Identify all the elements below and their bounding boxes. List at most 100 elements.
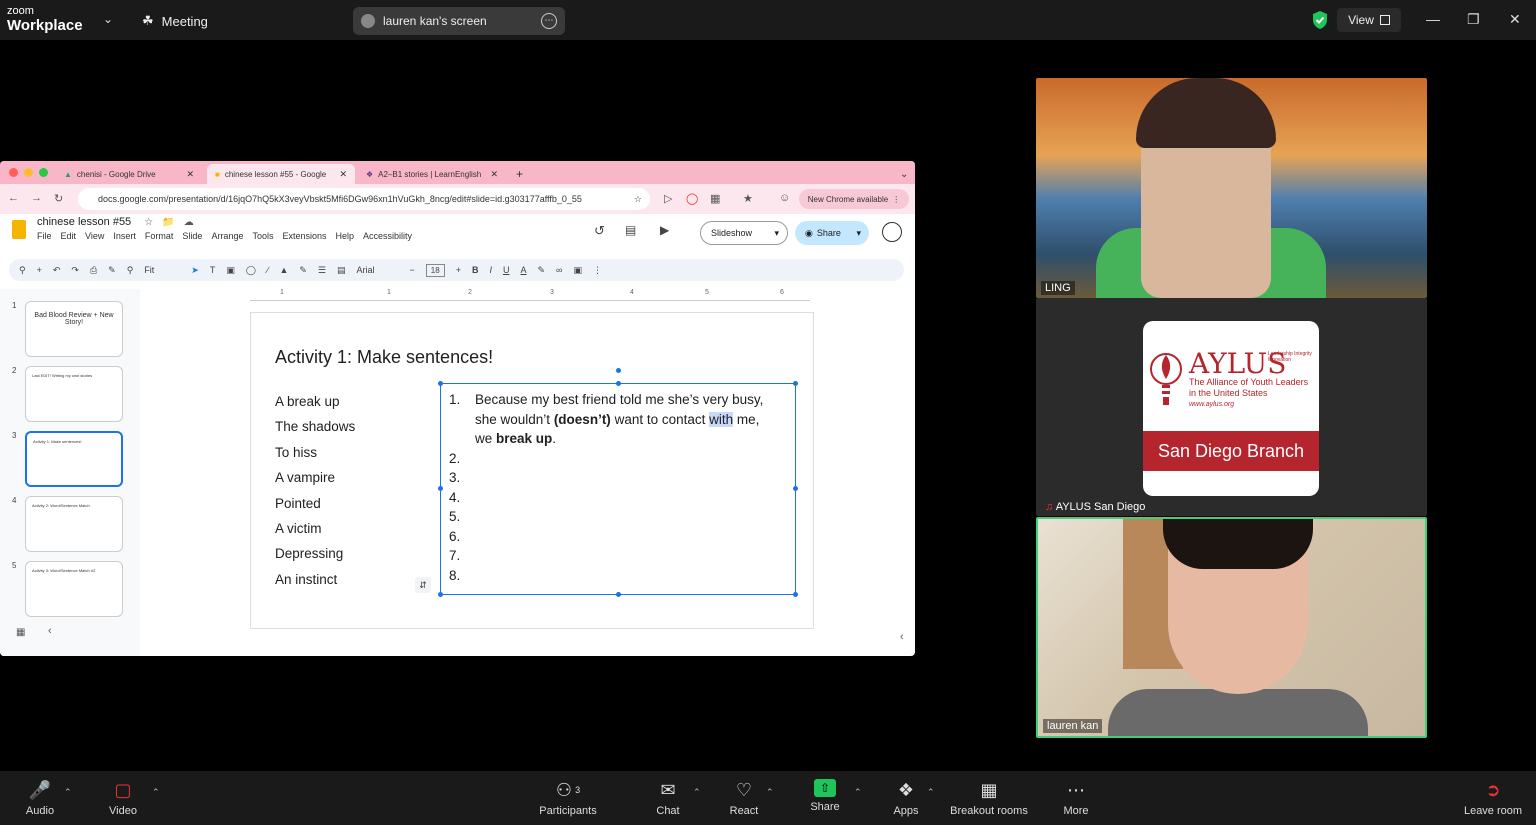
fill-color-icon[interactable]: ▲ xyxy=(279,265,288,275)
undo-icon[interactable]: ↶ xyxy=(53,265,61,276)
meet-icon[interactable]: ▶ xyxy=(660,223,669,237)
shape-icon[interactable]: ◯ xyxy=(246,265,256,276)
bookmark-star-icon[interactable]: ☆ xyxy=(634,194,642,205)
comment-icon[interactable]: ▤ xyxy=(625,223,636,237)
caret-up-icon[interactable]: ⌃ xyxy=(693,787,701,798)
line-icon[interactable]: ∕ xyxy=(267,265,269,275)
increase-font-icon[interactable]: + xyxy=(456,265,461,275)
image-icon[interactable]: ▣ xyxy=(226,265,235,276)
chevron-down-icon[interactable]: ⌄ xyxy=(103,12,113,26)
menu-format[interactable]: Format xyxy=(145,231,174,241)
sentence-text-box[interactable]: 1. Because my best friend told me she’s … xyxy=(438,368,798,597)
puzzle-icon[interactable]: ▦ xyxy=(710,192,720,205)
zoom-dot-icon[interactable] xyxy=(39,168,48,177)
resize-handle[interactable] xyxy=(438,381,443,386)
leave-room-button[interactable]: ➲ Leave room xyxy=(1460,779,1526,818)
doc-title[interactable]: chinese lesson #55 ☆ 📁 ☁ xyxy=(37,216,194,228)
restore-icon[interactable]: ❐ xyxy=(1467,11,1480,28)
chat-button[interactable]: ✉ Chat xyxy=(650,779,686,818)
new-slide-icon[interactable]: + xyxy=(37,265,42,275)
tab-learnenglish[interactable]: ❖ A2–B1 stories | LearnEnglish ✕ xyxy=(358,164,506,184)
minimize-dot-icon[interactable] xyxy=(24,168,33,177)
link-icon[interactable]: ∞ xyxy=(556,265,562,275)
menu-view[interactable]: View xyxy=(85,231,104,241)
menu-help[interactable]: Help xyxy=(336,231,355,241)
profile-icon[interactable]: ☺ xyxy=(779,192,790,204)
extension-icon[interactable]: ▷ xyxy=(664,192,672,205)
search-icon[interactable]: ⚲ xyxy=(19,265,26,276)
breakout-rooms-button[interactable]: ▦ Breakout rooms xyxy=(946,779,1032,818)
resize-handle[interactable] xyxy=(438,592,443,597)
more-options-icon[interactable]: ⋯ xyxy=(541,13,557,29)
print-icon[interactable]: ⎙ xyxy=(90,265,97,276)
highlight-icon[interactable]: ✎ xyxy=(537,265,545,276)
audio-button[interactable]: 🎤 Audio xyxy=(20,779,60,818)
resize-handle[interactable] xyxy=(793,486,798,491)
avatar[interactable] xyxy=(882,222,902,242)
share-button[interactable]: ◉ Share ▾ xyxy=(795,221,869,245)
folder-icon[interactable]: 📁 xyxy=(162,217,174,228)
tab-google-drive[interactable]: ▲ chenisi - Google Drive ✕ xyxy=(56,164,202,184)
italic-icon[interactable]: I xyxy=(489,265,492,275)
close-icon[interactable]: ✕ xyxy=(1509,11,1521,28)
caret-up-icon[interactable]: ⌃ xyxy=(64,787,72,798)
zoom-select[interactable]: Fit xyxy=(144,265,180,275)
slide-title[interactable]: Activity 1: Make sentences! xyxy=(275,347,493,368)
decrease-font-icon[interactable]: − xyxy=(410,265,415,275)
grid-view-icon[interactable]: ▦ xyxy=(16,627,25,638)
vocabulary-list[interactable]: A break up The shadows To hiss A vampire… xyxy=(275,389,355,592)
shared-screen-pill[interactable]: lauren kan's screen ⋯ xyxy=(353,7,565,35)
side-panel-toggle-icon[interactable]: ‹ xyxy=(900,631,904,643)
slide-thumbnail-4[interactable]: Activity 2: Word/Sentence Match xyxy=(25,496,123,552)
resize-handle[interactable] xyxy=(616,381,621,386)
font-select[interactable]: Arial xyxy=(357,265,399,275)
slide-thumbnail-5[interactable]: Activity 3: Word/Sentence Match #2 xyxy=(25,561,123,617)
text-color-icon[interactable]: A xyxy=(520,265,526,275)
bookmarks-icon[interactable]: ★ xyxy=(743,192,753,205)
select-cursor-icon[interactable]: ➤ xyxy=(191,265,199,276)
caret-up-icon[interactable]: ⌃ xyxy=(766,787,774,798)
menu-arrange[interactable]: Arrange xyxy=(211,231,243,241)
caret-up-icon[interactable]: ⌃ xyxy=(854,787,862,798)
slides-logo-icon[interactable] xyxy=(12,220,26,239)
apps-button[interactable]: ❖ Apps xyxy=(888,779,924,818)
tab-chinese-lesson[interactable]: ■ chinese lesson #55 - Google ✕ xyxy=(207,164,355,184)
caret-up-icon[interactable]: ⌃ xyxy=(927,787,935,798)
redo-icon[interactable]: ↷ xyxy=(71,265,79,276)
border-color-icon[interactable]: ✎ xyxy=(299,265,307,276)
resize-handle[interactable] xyxy=(793,381,798,386)
url-input[interactable]: docs.google.com/presentation/d/16jqO7hQ5… xyxy=(78,188,650,210)
font-size-input[interactable]: 18 xyxy=(425,263,445,277)
paint-format-icon[interactable]: ✎ xyxy=(108,265,116,276)
star-icon[interactable]: ☆ xyxy=(144,217,153,228)
tab-search-icon[interactable]: ⌄ xyxy=(892,164,915,184)
reload-icon[interactable]: ↻ xyxy=(54,192,63,205)
close-tab-icon[interactable]: ✕ xyxy=(186,169,194,180)
menu-extensions[interactable]: Extensions xyxy=(282,231,326,241)
menu-slide[interactable]: Slide xyxy=(182,231,202,241)
zoom-icon[interactable]: ⚲ xyxy=(127,265,134,276)
menu-tools[interactable]: Tools xyxy=(252,231,273,241)
new-chrome-button[interactable]: New Chrome available ⋮ xyxy=(799,189,909,209)
menu-edit[interactable]: Edit xyxy=(61,231,77,241)
meeting-menu[interactable]: ☘ Meeting xyxy=(142,13,208,29)
slide-canvas[interactable]: Activity 1: Make sentences! A break up T… xyxy=(250,312,814,629)
slide-thumbnail-3[interactable]: Activity 1: Make sentences! xyxy=(25,431,123,487)
slide-thumbnail-2[interactable]: Last EDIT! Writing my own stories xyxy=(25,366,123,422)
view-button[interactable]: View xyxy=(1337,8,1401,32)
video-tile-ling[interactable]: LING xyxy=(1036,78,1427,298)
bold-icon[interactable]: B xyxy=(472,265,479,275)
slide-thumbnail-1[interactable]: Bad Blood Review + New Story! xyxy=(25,301,123,357)
slideshow-button[interactable]: Slideshow ▾ xyxy=(700,221,788,245)
video-button[interactable]: ▢ Video xyxy=(103,779,143,818)
caret-down-icon[interactable]: ▾ xyxy=(774,228,779,239)
menu-file[interactable]: File xyxy=(37,231,52,241)
participants-button[interactable]: ⚇ 3 Participants xyxy=(535,779,601,818)
history-icon[interactable]: ↺ xyxy=(594,223,605,239)
resize-handle[interactable] xyxy=(438,486,443,491)
text-box-icon[interactable]: T xyxy=(210,265,216,275)
react-button[interactable]: ♡ React xyxy=(726,779,762,818)
close-tab-icon[interactable]: ✕ xyxy=(490,169,498,180)
add-comment-icon[interactable]: ▣ xyxy=(573,265,582,276)
menu-accessibility[interactable]: Accessibility xyxy=(363,231,412,241)
